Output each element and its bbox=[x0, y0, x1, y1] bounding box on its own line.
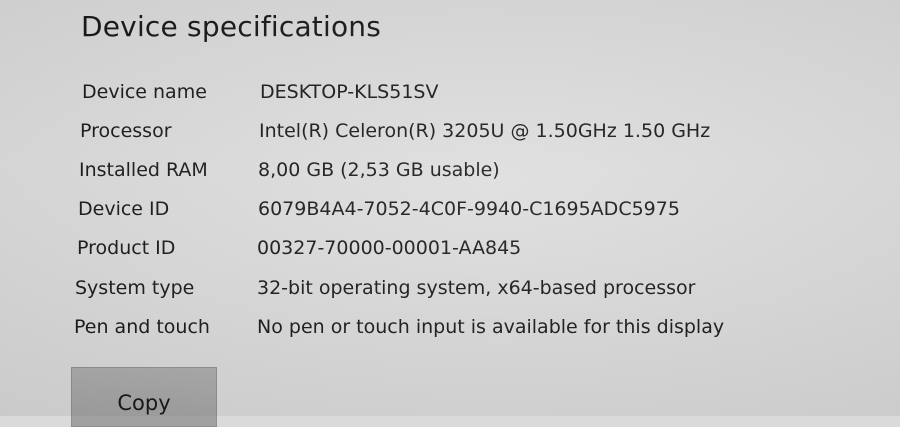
spec-row-system-type: System type 32-bit operating system, x64… bbox=[0, 277, 900, 307]
spec-value: 32-bit operating system, x64-based proce… bbox=[257, 277, 696, 299]
copy-button[interactable]: Copy bbox=[71, 367, 217, 427]
spec-label: Processor bbox=[80, 120, 172, 142]
spec-label: Device name bbox=[82, 81, 207, 103]
device-specifications-list: Device name DESKTOP-KLS51SV Processor In… bbox=[0, 0, 900, 416]
spec-row-pen-and-touch: Pen and touch No pen or touch input is a… bbox=[0, 316, 900, 346]
spec-row-device-id: Device ID 6079B4A4-7052-4C0F-9940-C1695A… bbox=[0, 198, 900, 228]
spec-value: No pen or touch input is available for t… bbox=[257, 316, 725, 338]
spec-value: 6079B4A4-7052-4C0F-9940-C1695ADC5975 bbox=[258, 198, 680, 220]
spec-label: Installed RAM bbox=[79, 159, 208, 181]
spec-value: Intel(R) Celeron(R) 3205U @ 1.50GHz 1.50… bbox=[259, 120, 711, 142]
spec-label: Pen and touch bbox=[74, 316, 210, 338]
spec-value: 8,00 GB (2,53 GB usable) bbox=[258, 159, 500, 181]
spec-value: 00327-70000-00001-AA845 bbox=[257, 237, 522, 259]
spec-label: System type bbox=[75, 277, 195, 299]
spec-row-installed-ram: Installed RAM 8,00 GB (2,53 GB usable) bbox=[0, 159, 900, 189]
spec-label: Device ID bbox=[78, 198, 170, 220]
spec-row-product-id: Product ID 00327-70000-00001-AA845 bbox=[0, 237, 900, 267]
spec-row-processor: Processor Intel(R) Celeron(R) 3205U @ 1.… bbox=[0, 120, 900, 150]
spec-row-device-name: Device name DESKTOP-KLS51SV bbox=[0, 81, 900, 111]
spec-label: Product ID bbox=[77, 237, 176, 259]
spec-value: DESKTOP-KLS51SV bbox=[260, 81, 439, 103]
